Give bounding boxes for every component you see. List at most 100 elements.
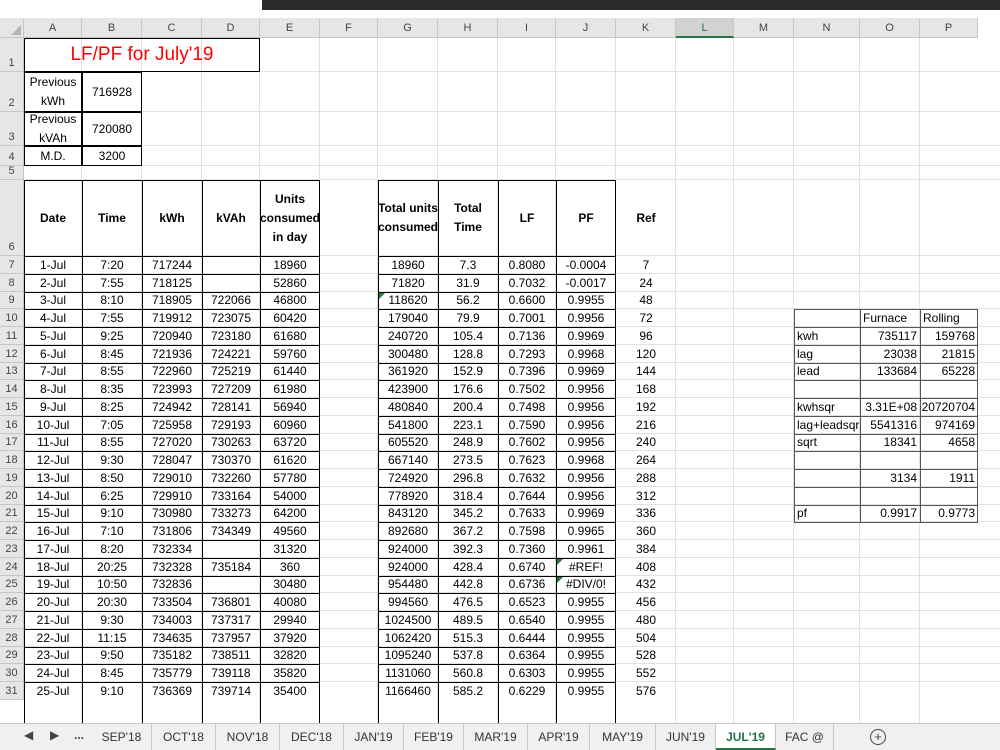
row-header-2[interactable]: 2 — [0, 72, 24, 112]
kvah-cell: 736801 — [210, 595, 252, 610]
time-cell: 9:30 — [100, 453, 124, 468]
row-header-6[interactable]: 6 — [0, 180, 24, 256]
left-table-border — [24, 256, 320, 257]
ref-cell: 384 — [635, 541, 657, 556]
date-cell: 13-Jul — [36, 470, 70, 485]
lf-cell: 0.6303 — [508, 666, 546, 681]
row-header-3[interactable]: 3 — [0, 112, 24, 146]
row-header-18[interactable]: 18 — [0, 451, 24, 469]
row-header-14[interactable]: 14 — [0, 380, 24, 398]
scroll-tabs-left-icon[interactable]: ◀ — [24, 728, 33, 742]
row-header-7[interactable]: 7 — [0, 256, 24, 274]
column-header-a[interactable]: A — [24, 18, 82, 38]
add-sheet-icon[interactable]: + — [870, 729, 886, 745]
sheet-tab[interactable]: JAN'19 — [344, 724, 404, 750]
row-header-25[interactable]: 25 — [0, 575, 24, 594]
ref-cell: 48 — [639, 293, 653, 308]
row-header-10[interactable]: 10 — [0, 309, 24, 327]
lf-cell: 0.7623 — [508, 453, 546, 468]
units-day-cell: 35400 — [273, 683, 307, 698]
column-header-d[interactable]: D — [202, 18, 260, 38]
side-furnace-value: 5541316 — [870, 417, 917, 432]
column-header-i[interactable]: I — [498, 18, 556, 38]
sheet-tab[interactable]: MAY'19 — [590, 724, 656, 750]
row-header-5[interactable]: 5 — [0, 165, 24, 180]
sheet-tab[interactable]: SEP'18 — [92, 724, 152, 750]
column-header-e[interactable]: E — [260, 18, 320, 38]
left-table-border — [24, 180, 320, 181]
pf-cell: 0.9955 — [567, 683, 605, 698]
row-header-31[interactable]: 31 — [0, 682, 24, 700]
row-header-20[interactable]: 20 — [0, 486, 24, 505]
sheet-tab[interactable]: DEC'18 — [280, 724, 344, 750]
row-header-9[interactable]: 9 — [0, 291, 24, 310]
side-label — [794, 469, 860, 487]
row-header-17[interactable]: 17 — [0, 433, 24, 452]
row-header-4[interactable]: 4 — [0, 146, 24, 166]
column-header-n[interactable]: N — [794, 18, 860, 38]
side-table-border — [794, 398, 978, 399]
row-header-27[interactable]: 27 — [0, 611, 24, 629]
left-table-border — [24, 575, 320, 577]
column-header-j[interactable]: J — [556, 18, 616, 38]
sheet-tab[interactable]: FEB'19 — [404, 724, 464, 750]
row-header-22[interactable]: 22 — [0, 522, 24, 540]
row-header-19[interactable]: 19 — [0, 469, 24, 487]
kvah-cell: 734349 — [210, 524, 252, 539]
select-all-button[interactable] — [0, 18, 24, 38]
column-header-f[interactable]: F — [320, 18, 378, 38]
sheet-tab[interactable]: JUL'19 — [716, 724, 776, 750]
row-header-21[interactable]: 21 — [0, 504, 24, 523]
sheet-tab[interactable]: OCT'18 — [152, 724, 216, 750]
row-header-23[interactable]: 23 — [0, 540, 24, 558]
spreadsheet-grid[interactable]: LF/PF for July'19 Previous kWh 716928 Previ… — [24, 38, 1000, 723]
column-header-b[interactable]: B — [82, 18, 142, 38]
row-header-16[interactable]: 16 — [0, 415, 24, 434]
row-header-26[interactable]: 26 — [0, 593, 24, 611]
row-header-8[interactable]: 8 — [0, 273, 24, 292]
sheet-tab[interactable]: FAC @ — [776, 724, 834, 750]
left-table-border — [24, 628, 320, 630]
column-title-date: Date — [39, 210, 66, 225]
total-time-cell: 248.9 — [452, 435, 484, 450]
column-header-l[interactable]: L — [676, 18, 734, 38]
row-header-29[interactable]: 29 — [0, 646, 24, 665]
sheet-tab[interactable]: NOV'18 — [216, 724, 280, 750]
column-header-c[interactable]: C — [142, 18, 202, 38]
time-cell: 8:20 — [100, 541, 124, 556]
scroll-tabs-right-icon[interactable]: ▶ — [50, 728, 59, 742]
column-header-o[interactable]: O — [860, 18, 920, 38]
pf-cell: 0.9955 — [567, 666, 605, 681]
row-header-15[interactable]: 15 — [0, 398, 24, 416]
total-units-cell: 605520 — [387, 435, 429, 450]
sheet-tab[interactable]: JUN'19 — [656, 724, 716, 750]
row-header-12[interactable]: 12 — [0, 344, 24, 363]
side-furnace-value: 735117 — [877, 328, 917, 343]
row-header-24[interactable]: 24 — [0, 557, 24, 576]
row-header-28[interactable]: 28 — [0, 628, 24, 647]
kwh-cell: 731806 — [151, 524, 193, 539]
column-header-k[interactable]: K — [616, 18, 676, 38]
side-label — [794, 451, 860, 469]
row-header-13[interactable]: 13 — [0, 362, 24, 381]
kwh-cell: 729010 — [151, 470, 193, 485]
info-value: 716928 — [82, 72, 142, 112]
lf-cell: 0.7360 — [508, 541, 546, 556]
row-header-1[interactable]: 1 — [0, 38, 24, 72]
sheet-tab[interactable]: MAR'19 — [464, 724, 528, 750]
column-title-units-consumed-in-day: Units consumed in day — [260, 191, 321, 244]
row-header-30[interactable]: 30 — [0, 664, 24, 682]
more-tabs-button[interactable]: ... — [74, 728, 84, 742]
time-cell: 8:35 — [100, 382, 124, 397]
pf-cell: 0.9956 — [567, 470, 605, 485]
column-header-p[interactable]: P — [920, 18, 978, 38]
column-header-m[interactable]: M — [734, 18, 794, 38]
date-cell: 23-Jul — [36, 648, 70, 663]
sheet-tab[interactable]: APR'19 — [528, 724, 590, 750]
row-header-11[interactable]: 11 — [0, 327, 24, 345]
time-cell: 8:10 — [100, 293, 124, 308]
kwh-cell: 733504 — [151, 595, 193, 610]
column-header-h[interactable]: H — [438, 18, 498, 38]
column-header-g[interactable]: G — [378, 18, 438, 38]
total-time-cell: 537.8 — [452, 648, 484, 663]
